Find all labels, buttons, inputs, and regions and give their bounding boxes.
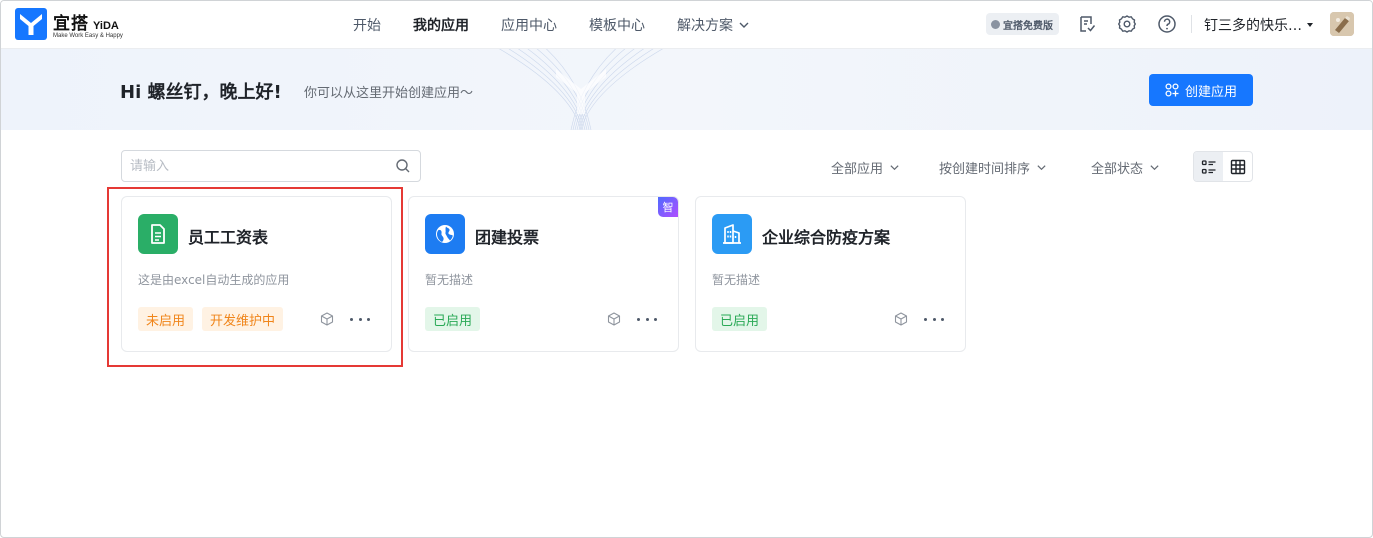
grid-view-button[interactable]	[1223, 152, 1252, 181]
app-icon	[712, 214, 752, 254]
brand-name: 宜搭	[53, 14, 89, 34]
grid-view-icon	[1230, 159, 1245, 174]
sort-label: 按创建时间排序	[939, 162, 1031, 177]
app-window: 宜搭 YiDA Make Work Easy & Happy 开始 我的应用 应用…	[0, 0, 1373, 538]
chevron-down-icon	[1150, 165, 1159, 171]
add-app-icon	[1165, 83, 1179, 97]
ai-badge: 智	[658, 197, 678, 217]
greeting-subtitle: 你可以从这里开始创建应用～	[304, 86, 474, 101]
avatar-image-icon	[1330, 12, 1354, 36]
globe-icon	[436, 225, 454, 243]
help-icon[interactable]	[1157, 14, 1177, 34]
edition-icon	[991, 19, 1000, 29]
nav-item-solutions[interactable]: 解决方案	[677, 15, 750, 35]
list-view-button[interactable]	[1194, 152, 1223, 181]
building-icon	[723, 224, 741, 244]
status-filter[interactable]: 全部状态	[1091, 158, 1160, 177]
more-icon[interactable]	[350, 311, 370, 327]
more-icon[interactable]	[924, 311, 944, 327]
app-title: 企业综合防疫方案	[762, 228, 891, 247]
nav-item-app-center[interactable]: 应用中心	[501, 15, 557, 35]
cube-icon[interactable]	[607, 312, 621, 326]
app-description: 这是由excel自动生成的应用	[138, 273, 290, 287]
nav-item-start[interactable]: 开始	[353, 15, 381, 35]
sort-dropdown[interactable]: 按创建时间排序	[939, 158, 1047, 177]
cube-icon[interactable]	[320, 312, 334, 326]
list-view-icon	[1201, 159, 1215, 174]
search-icon[interactable]	[395, 158, 411, 174]
app-title: 员工工资表	[188, 228, 269, 247]
main-nav: 开始 我的应用 应用中心 模板中心 解决方案	[353, 1, 782, 49]
app-type-filter-label: 全部应用	[831, 162, 884, 177]
document-icon	[151, 224, 165, 244]
cube-icon[interactable]	[894, 312, 908, 326]
app-card[interactable]: 智 团建投票 暂无描述 已启用	[408, 196, 679, 352]
user-name: 钉三多的快乐…	[1204, 18, 1302, 34]
nav-item-my-apps[interactable]: 我的应用	[413, 15, 469, 35]
gear-icon[interactable]	[1117, 14, 1137, 34]
status-badge: 已启用	[712, 307, 768, 331]
brand-logo[interactable]: 宜搭 YiDA Make Work Easy & Happy	[15, 7, 123, 41]
app-icon	[425, 214, 465, 254]
view-toggle	[1193, 151, 1253, 182]
search-input[interactable]	[130, 151, 390, 181]
top-navbar: 宜搭 YiDA Make Work Easy & Happy 开始 我的应用 应用…	[1, 1, 1372, 49]
more-icon[interactable]	[637, 311, 657, 327]
chevron-down-icon	[890, 165, 899, 171]
nav-item-template-center[interactable]: 模板中心	[589, 15, 645, 35]
nav-item-solutions-label: 解决方案	[677, 18, 733, 34]
app-card[interactable]: 企业综合防疫方案 暂无描述 已启用	[695, 196, 966, 352]
welcome-banner: Hi 螺丝钉，晚上好! 你可以从这里开始创建应用～ 创建应用	[1, 49, 1372, 130]
task-list-icon[interactable]	[1077, 14, 1097, 34]
app-icon	[138, 214, 178, 254]
app-type-filter[interactable]: 全部应用	[831, 158, 900, 177]
app-title: 团建投票	[475, 228, 540, 247]
status-filter-label: 全部状态	[1091, 162, 1144, 177]
banner-decoration-icon	[499, 49, 663, 130]
header-divider	[1191, 15, 1192, 33]
free-edition-badge[interactable]: 宜搭免费版	[986, 13, 1059, 35]
caret-down-icon	[1307, 23, 1313, 27]
greeting-title: Hi 螺丝钉，晚上好!	[120, 82, 282, 103]
free-edition-label: 宜搭免费版	[1003, 20, 1053, 32]
app-card[interactable]: 员工工资表 这是由excel自动生成的应用 未启用 开发维护中	[121, 196, 392, 352]
app-description: 暂无描述	[712, 273, 761, 287]
status-badge: 已启用	[425, 307, 481, 331]
search-box	[121, 150, 421, 182]
create-app-button[interactable]: 创建应用	[1149, 74, 1253, 106]
chevron-down-icon	[739, 22, 749, 28]
yida-logo-icon	[15, 8, 47, 40]
chevron-down-icon	[1037, 165, 1046, 171]
app-description: 暂无描述	[425, 273, 474, 287]
avatar[interactable]	[1330, 12, 1354, 36]
status-badge: 开发维护中	[202, 307, 284, 331]
status-badge: 未启用	[138, 307, 194, 331]
brand-name-en: YiDA	[93, 20, 119, 32]
brand-slogan: Make Work Easy & Happy	[53, 33, 123, 39]
create-app-label: 创建应用	[1184, 84, 1237, 100]
user-menu[interactable]: 钉三多的快乐…	[1204, 15, 1313, 35]
